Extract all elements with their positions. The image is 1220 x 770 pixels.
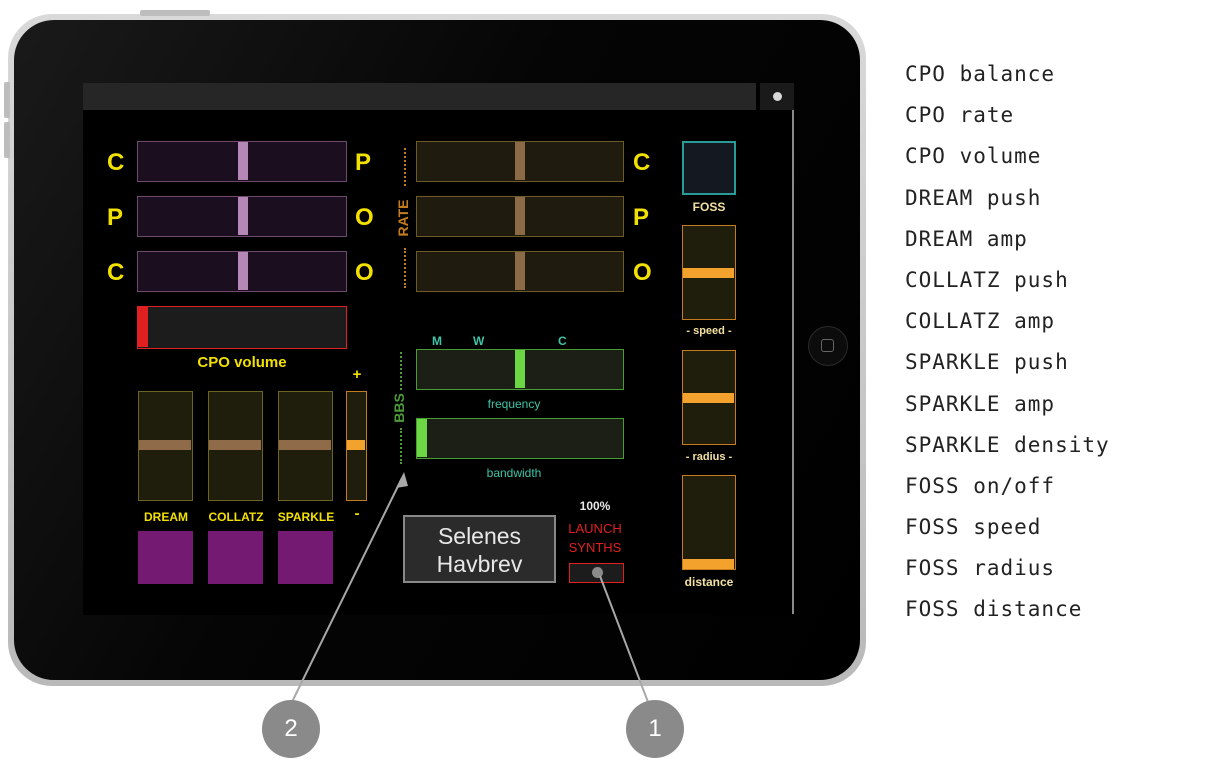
legend-item: DREAM push — [905, 185, 1042, 210]
callout-2-line — [291, 477, 403, 703]
legend-item: FOSS speed — [905, 515, 1042, 540]
legend-item: DREAM amp — [905, 226, 1028, 251]
callout-2-arrowhead-icon — [396, 472, 408, 488]
control-legend: CPO balance CPO rate CPO volume DREAM pu… — [905, 62, 1205, 639]
legend-item: FOSS on/off — [905, 473, 1056, 498]
legend-item: CPO rate — [905, 103, 1015, 128]
legend-item: FOSS radius — [905, 556, 1056, 581]
legend-item: FOSS distance — [905, 597, 1083, 622]
legend-item: SPARKLE amp — [905, 391, 1056, 416]
callout-2-badge: 2 — [262, 700, 320, 758]
legend-item: SPARKLE density — [905, 432, 1110, 457]
callout-1-line — [599, 575, 649, 703]
legend-item: CPO volume — [905, 144, 1042, 169]
legend-item: CPO balance — [905, 62, 1056, 86]
legend-item: COLLATZ push — [905, 267, 1069, 292]
callout-1-badge: 1 — [626, 700, 684, 758]
legend-item: SPARKLE push — [905, 350, 1069, 375]
legend-item: COLLATZ amp — [905, 309, 1056, 334]
